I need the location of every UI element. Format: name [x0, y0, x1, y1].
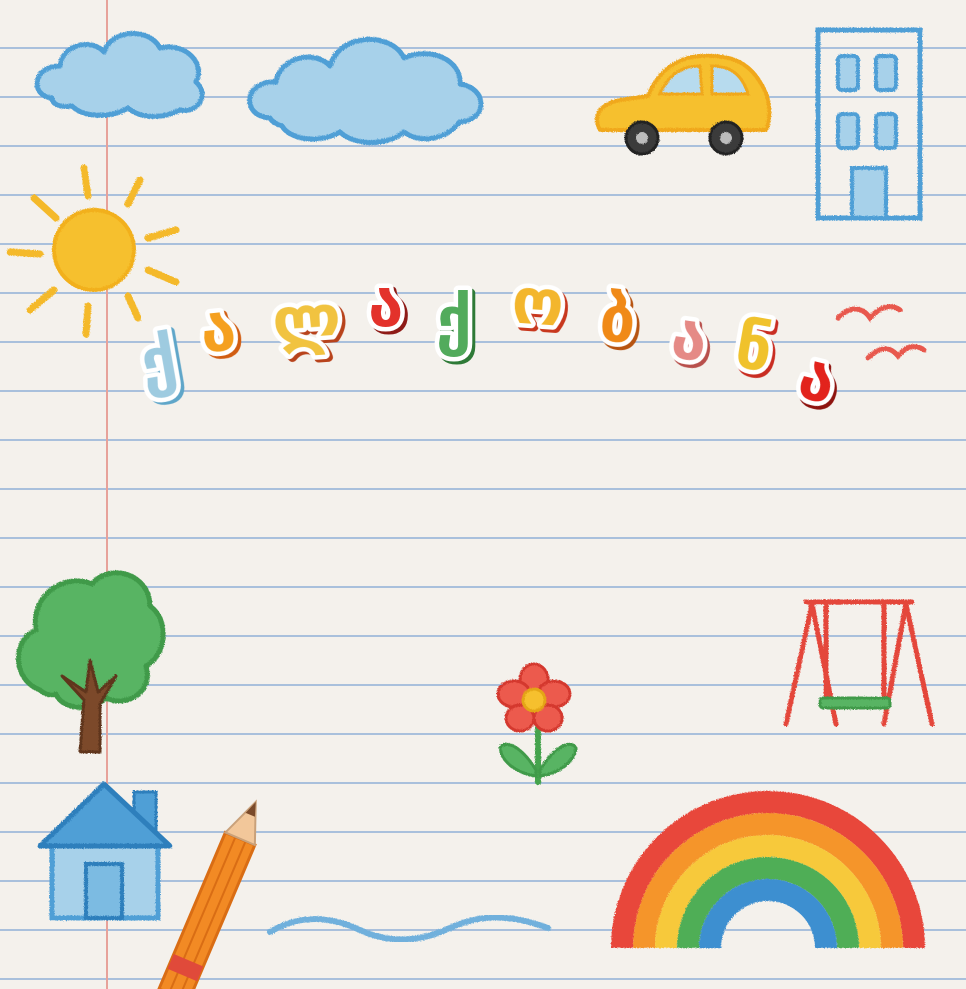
rainbow-icon	[611, 791, 925, 949]
swing-icon	[783, 599, 935, 727]
title-letter: ა	[667, 299, 712, 377]
title-letter: ბ	[596, 282, 640, 359]
title-letter: ა	[197, 291, 240, 368]
sun-icon	[6, 164, 180, 338]
doodles-layer: ქ ა ლ ა ქ ო ბ ა ნ ა	[6, 27, 935, 989]
birds-icon	[835, 304, 927, 361]
title-letter: ა	[791, 339, 843, 419]
tree-icon	[16, 570, 166, 754]
cloud-icon	[34, 31, 205, 119]
title-letter: ლ	[270, 281, 344, 360]
title-letter: ო	[509, 264, 566, 341]
wave-icon	[267, 914, 551, 943]
cloud-icon	[247, 36, 484, 145]
house-icon	[37, 781, 173, 921]
game-title: ქ ა ლ ა ქ ო ბ ა ნ ა	[130, 260, 848, 424]
flower-icon	[496, 662, 578, 785]
title-letter: ნ	[729, 308, 778, 387]
building-icon	[815, 27, 923, 221]
car-icon	[594, 53, 772, 156]
drawing-canvas: ქ ა ლ ა ქ ო ბ ა ნ ა	[0, 0, 966, 989]
pencil-icon	[157, 799, 257, 989]
title-letter: ქ	[436, 284, 472, 358]
title-letter: ა	[368, 268, 403, 342]
title-letter: ქ	[134, 322, 182, 401]
